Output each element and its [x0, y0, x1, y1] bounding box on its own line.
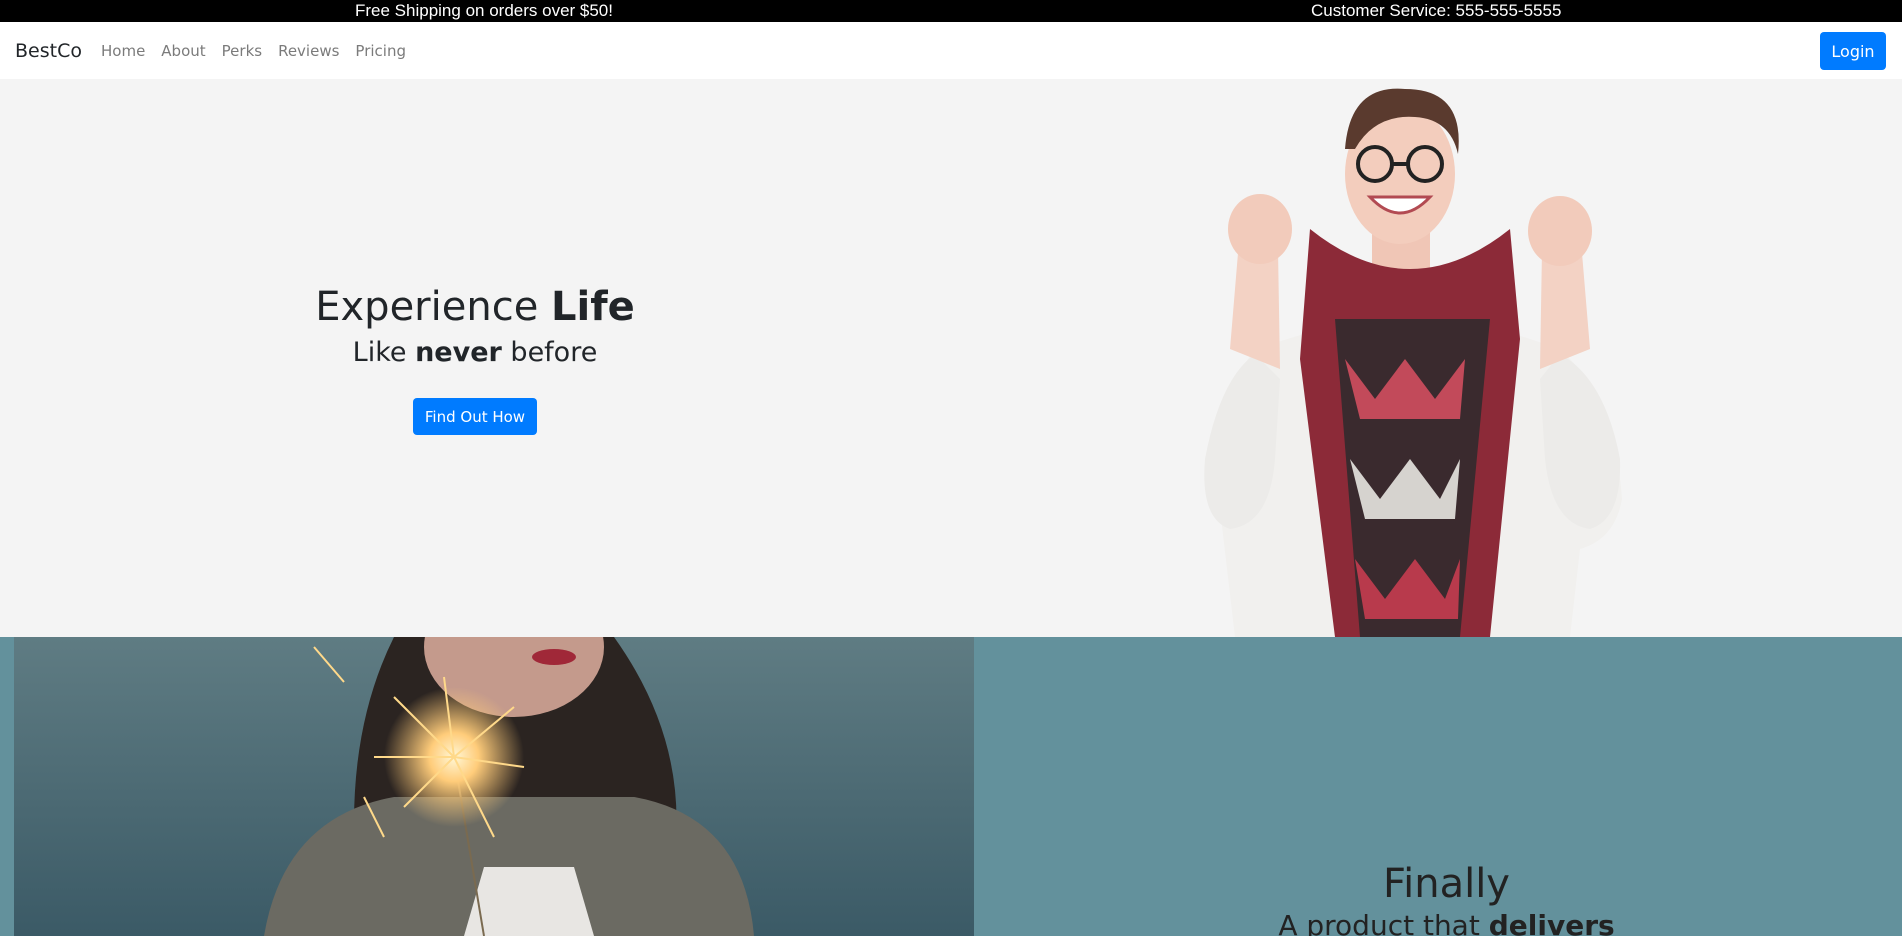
smiling-woman-photo — [1204, 88, 1622, 637]
customer-service-text: Customer Service: 555-555-5555 — [1311, 1, 1562, 20]
nav-link-perks[interactable]: Perks — [214, 42, 270, 60]
nav-links: Home About Perks Reviews Pricing — [101, 42, 414, 60]
announcement-bar: Free Shipping on orders over $50! Custom… — [0, 0, 1902, 22]
feature-title: Finally — [1383, 861, 1510, 907]
hero-sub-post: before — [501, 337, 598, 368]
feature-sub-bold: delivers — [1488, 909, 1615, 936]
feature-subtitle: A product that delivers — [974, 909, 1902, 936]
hero-sub-bold: never — [415, 337, 502, 368]
hero-sub-pre: Like — [352, 337, 416, 368]
nav-link-pricing[interactable]: Pricing — [347, 42, 414, 60]
feature-text-block: Finally A product that delivers — [974, 637, 1902, 936]
feature-section: Finally A product that delivers — [0, 637, 1902, 936]
free-shipping-text: Free Shipping on orders over $50! — [355, 1, 613, 20]
feature-sub-pre: A product that — [1278, 909, 1489, 936]
hero-text-block: Experience Life Like never before Find O… — [0, 79, 950, 637]
nav-link-about[interactable]: About — [153, 42, 213, 60]
hero-section: Experience Life Like never before Find O… — [0, 79, 1902, 637]
login-button[interactable]: Login — [1820, 32, 1886, 70]
nav-link-reviews[interactable]: Reviews — [270, 42, 347, 60]
hero-title-bold: Life — [551, 284, 635, 330]
hero-title: Experience Life — [0, 284, 950, 330]
find-out-how-button[interactable]: Find Out How — [413, 398, 537, 435]
hero-subtitle: Like never before — [0, 337, 950, 368]
sparkler-photo — [14, 637, 974, 936]
nav-link-home[interactable]: Home — [101, 42, 153, 60]
hero-title-pre: Experience — [315, 284, 552, 330]
brand-logo[interactable]: BestCo — [15, 40, 82, 62]
main-navbar: BestCo Home About Perks Reviews Pricing … — [0, 22, 1902, 80]
